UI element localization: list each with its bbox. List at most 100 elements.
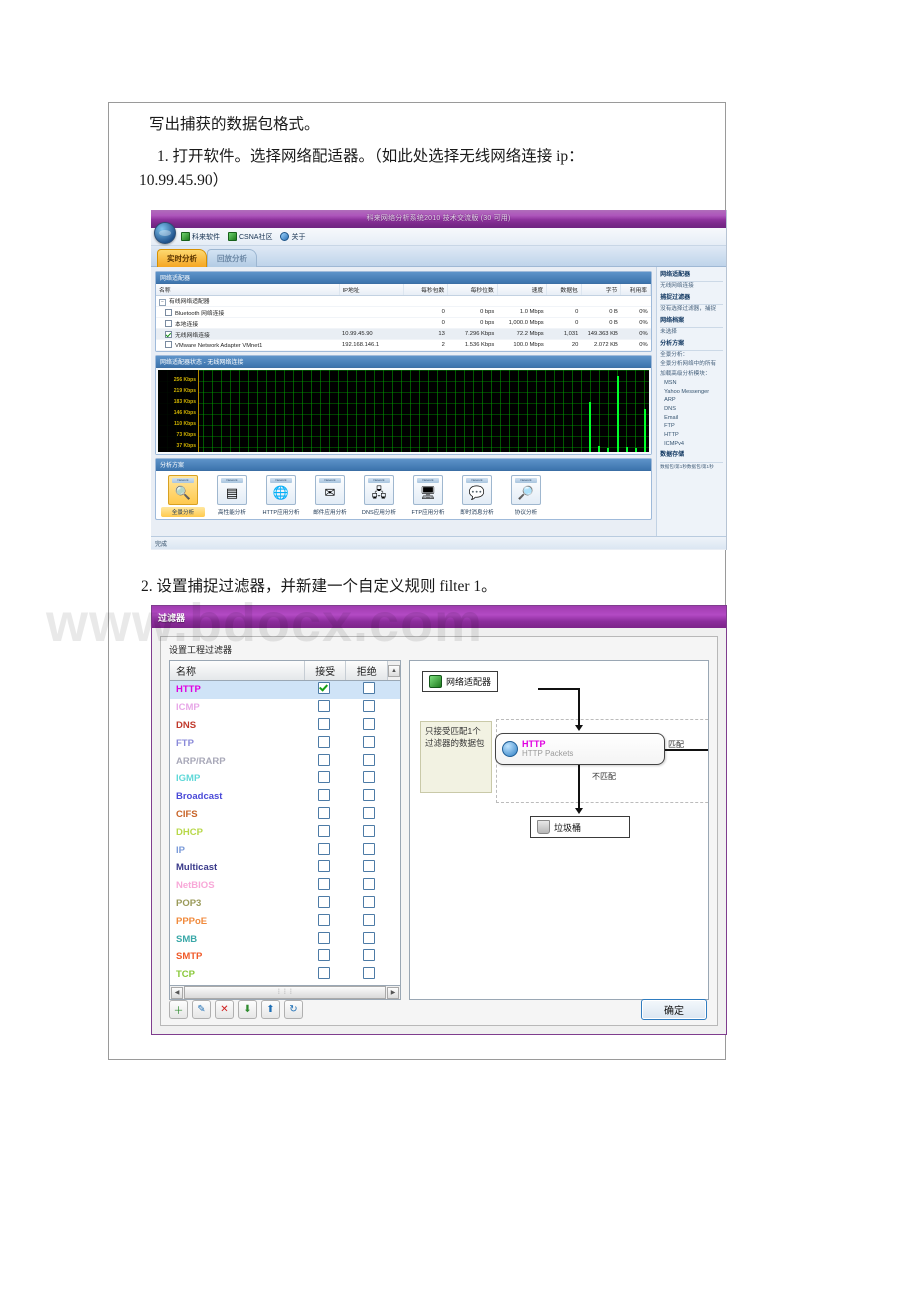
new-button[interactable]: ＋ — [169, 1000, 188, 1019]
adapter-checkbox[interactable] — [165, 330, 172, 338]
accept-checkbox[interactable] — [318, 753, 330, 766]
reject-cell[interactable] — [363, 717, 400, 733]
accept-cell[interactable] — [318, 700, 363, 715]
scheme-item-3[interactable]: Network Analysis ✉ 邮件应用分析 — [308, 475, 352, 517]
scheme-item-0[interactable]: Network Analysis 🔍 全景分析 — [161, 475, 205, 517]
reject-checkbox[interactable] — [363, 842, 375, 855]
reject-cell[interactable] — [363, 931, 400, 947]
reject-cell[interactable] — [363, 824, 400, 840]
reject-cell[interactable] — [363, 771, 400, 786]
scheme-item-6[interactable]: Network Analysis 💬 即时消息分析 — [455, 475, 499, 517]
accept-cell[interactable] — [318, 967, 363, 982]
ok-button[interactable]: 确定 — [641, 999, 707, 1020]
accept-cell[interactable] — [318, 949, 363, 964]
accept-cell[interactable] — [318, 895, 363, 911]
reject-cell[interactable] — [363, 753, 400, 769]
accept-cell[interactable] — [318, 931, 363, 947]
diagram-node-http[interactable]: HTTP HTTP Packets — [495, 733, 665, 765]
accept-checkbox[interactable] — [318, 771, 330, 784]
accept-checkbox[interactable] — [318, 967, 330, 980]
filter-row-netbios[interactable]: NetBIOS — [170, 877, 400, 895]
filter-row-ftp[interactable]: FTP — [170, 734, 400, 752]
expand-collapse-icon[interactable]: − — [159, 299, 166, 306]
filter-row-icmp[interactable]: ICMP — [170, 699, 400, 717]
table-row[interactable]: 本地连接 0 0 bps 1,000.0 Mbps 0 0 B 0% — [156, 317, 651, 329]
accept-checkbox[interactable] — [318, 700, 330, 713]
reject-checkbox[interactable] — [363, 735, 375, 748]
accept-checkbox[interactable] — [318, 860, 330, 873]
scheme-item-1[interactable]: Network Analysis ▤ 高性能分析 — [210, 475, 254, 517]
accept-cell[interactable] — [318, 860, 363, 875]
hscroll-right-icon[interactable]: ▶ — [387, 986, 399, 999]
adapter-checkbox[interactable] — [165, 319, 172, 327]
accept-cell[interactable] — [318, 735, 363, 751]
accept-checkbox[interactable] — [318, 878, 330, 891]
adapter-group-row[interactable]: − 有线网络适配器 — [156, 295, 651, 307]
table-row[interactable]: Bluetooth 网络连接 0 0 bps 1.0 Mbps 0 0 B 0% — [156, 306, 651, 318]
filter-horizontal-scrollbar[interactable]: ◀ ⋮⋮⋮ ▶ — [169, 986, 401, 1000]
accept-checkbox[interactable] — [318, 717, 330, 730]
reject-cell[interactable] — [363, 789, 400, 804]
scheme-item-5[interactable]: Network Analysis 🖥 FTP应用分析 — [406, 475, 450, 517]
import-button[interactable]: ⬇ — [238, 1000, 257, 1019]
reject-checkbox[interactable] — [363, 824, 375, 837]
reject-checkbox[interactable] — [363, 949, 375, 962]
filter-row-http[interactable]: HTTP — [170, 681, 400, 699]
accept-checkbox[interactable] — [318, 806, 330, 819]
accept-checkbox[interactable] — [318, 735, 330, 748]
reject-cell[interactable] — [363, 735, 400, 751]
reject-checkbox[interactable] — [363, 860, 375, 873]
reject-cell[interactable] — [363, 878, 400, 893]
accept-checkbox[interactable] — [318, 949, 330, 962]
filter-row-pppoe[interactable]: PPPoE — [170, 912, 400, 930]
reject-checkbox[interactable] — [363, 700, 375, 713]
edit-button[interactable]: ✎ — [192, 1000, 211, 1019]
filter-row-smtp[interactable]: SMTP — [170, 948, 400, 966]
accept-checkbox[interactable] — [318, 913, 330, 926]
accept-cell[interactable] — [318, 789, 363, 804]
refresh-button[interactable]: ↻ — [284, 1000, 303, 1019]
accept-cell[interactable] — [318, 824, 363, 840]
reject-cell[interactable] — [363, 949, 400, 964]
menu-item-software[interactable]: 科来软件 — [181, 232, 220, 242]
adapter-checkbox[interactable] — [165, 341, 172, 348]
filter-row-cifs[interactable]: CIFS — [170, 806, 400, 824]
accept-cell[interactable] — [318, 842, 363, 858]
accept-checkbox[interactable] — [318, 682, 330, 695]
filter-row-pop3[interactable]: POP3 — [170, 895, 400, 913]
accept-cell[interactable] — [318, 771, 363, 786]
accept-cell[interactable] — [318, 717, 363, 733]
accept-cell[interactable] — [318, 806, 363, 822]
hscroll-left-icon[interactable]: ◀ — [171, 986, 183, 999]
hscrollbar-thumb[interactable]: ⋮⋮⋮ — [184, 986, 386, 999]
reject-cell[interactable] — [363, 842, 400, 858]
reject-checkbox[interactable] — [363, 717, 375, 730]
reject-cell[interactable] — [363, 895, 400, 911]
accept-cell[interactable] — [318, 753, 363, 769]
filter-row-igmp[interactable]: IGMP — [170, 770, 400, 788]
reject-cell[interactable] — [363, 967, 400, 982]
reject-cell[interactable] — [363, 806, 400, 822]
reject-checkbox[interactable] — [363, 913, 375, 926]
accept-cell[interactable] — [318, 682, 363, 697]
scheme-item-2[interactable]: Network Analysis 🌐 HTTP应用分析 — [259, 475, 303, 517]
accept-cell[interactable] — [318, 913, 363, 929]
reject-checkbox[interactable] — [363, 771, 375, 784]
reject-checkbox[interactable] — [363, 967, 375, 980]
scheme-item-7[interactable]: Network Analysis 🔎 协议分析 — [504, 475, 548, 517]
tab-replay-analysis[interactable]: 回放分析 — [207, 249, 257, 267]
reject-checkbox[interactable] — [363, 895, 375, 908]
accept-checkbox[interactable] — [318, 931, 330, 944]
scroll-up-icon[interactable]: ▲ — [387, 664, 400, 677]
accept-checkbox[interactable] — [318, 824, 330, 837]
adapter-checkbox[interactable] — [165, 308, 172, 316]
filter-row-arp-rarp[interactable]: ARP/RARP — [170, 752, 400, 770]
accept-checkbox[interactable] — [318, 789, 330, 802]
diagram-node-trash[interactable]: 垃圾桶 — [530, 816, 630, 838]
filter-row-multicast[interactable]: Multicast — [170, 859, 400, 877]
accept-cell[interactable] — [318, 878, 363, 893]
reject-cell[interactable] — [363, 860, 400, 875]
menu-item-about[interactable]: 关于 — [280, 232, 305, 242]
tab-realtime-analysis[interactable]: 实时分析 — [157, 249, 207, 267]
reject-cell[interactable] — [363, 682, 400, 697]
